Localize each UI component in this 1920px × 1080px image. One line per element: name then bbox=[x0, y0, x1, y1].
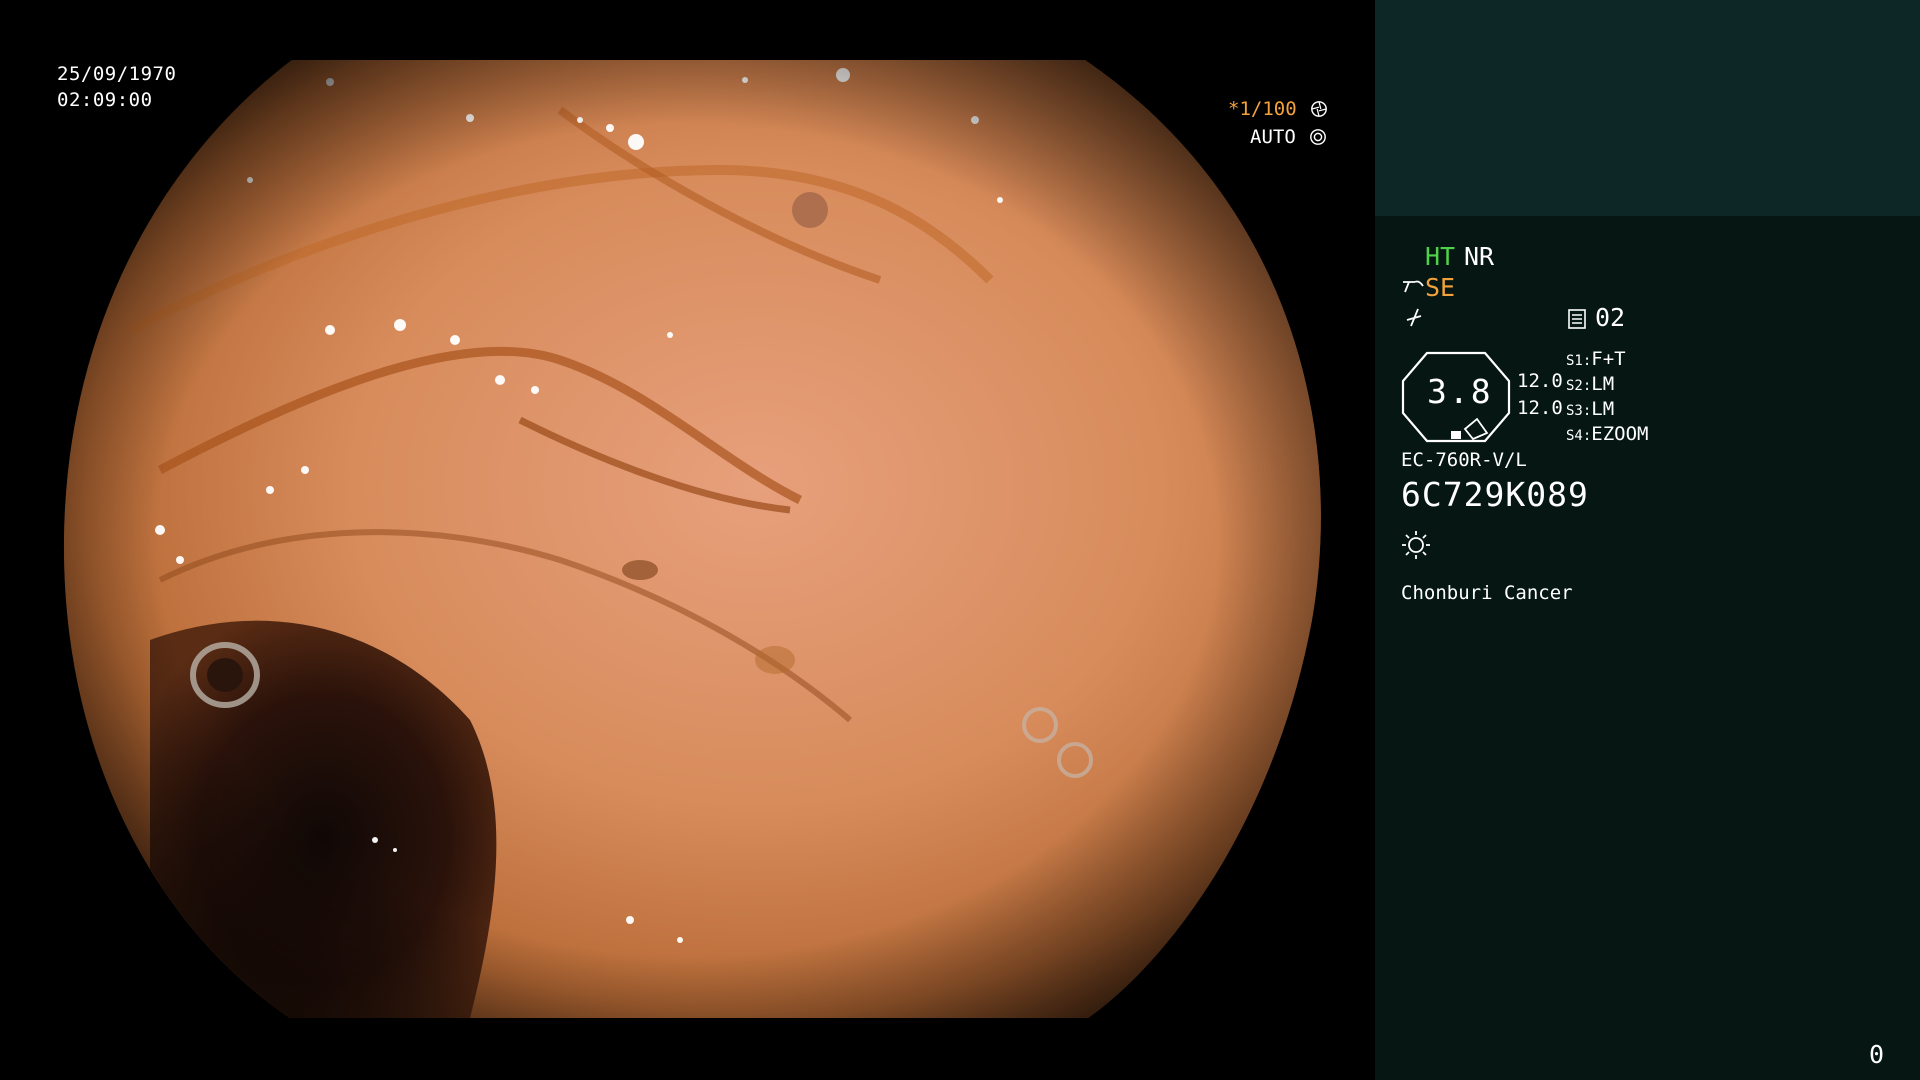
setting-value-b: 12.0 bbox=[1517, 397, 1563, 419]
shutter-readout: *1/100 bbox=[1228, 98, 1375, 120]
noise-reduction-label: NR bbox=[1464, 242, 1495, 271]
switch-value: LM bbox=[1591, 398, 1615, 420]
enhance-mode-label: HT bbox=[1425, 242, 1456, 271]
institution-name: Chonburi Cancer bbox=[1401, 582, 1573, 604]
switch-value: EZOOM bbox=[1591, 423, 1649, 445]
endoscopic-image bbox=[63, 60, 1321, 1018]
info-panel: HT NR SE 02 3.8 12.0 12.0 S1:F+T S2:LM S… bbox=[1375, 0, 1920, 1080]
switch-row: S4:EZOOM bbox=[1566, 423, 1649, 445]
exam-date: 25/09/1970 bbox=[57, 63, 177, 85]
setting-value-a: 12.0 bbox=[1517, 370, 1563, 392]
switch-key: S1: bbox=[1566, 353, 1592, 369]
switch-row: S3:LM bbox=[1566, 398, 1614, 420]
structure-enhance-label: SE bbox=[1425, 273, 1456, 302]
auto-iris-icon bbox=[1310, 129, 1327, 145]
zoom-value: 3.8 bbox=[1427, 372, 1493, 411]
scope-serial: 6C729K089 bbox=[1401, 475, 1589, 514]
switch-value: F+T bbox=[1591, 348, 1626, 370]
memory-icon bbox=[1568, 309, 1586, 329]
endoscope-view-area: 25/09/1970 02:09:00 *1/100 AUTO bbox=[0, 0, 1375, 1080]
exam-time: 02:09:00 bbox=[57, 89, 153, 111]
switch-row: S2:LM bbox=[1566, 373, 1614, 395]
switch-key: S4: bbox=[1566, 428, 1592, 444]
memory-slot-value: 02 bbox=[1595, 303, 1626, 332]
exposure-mode: AUTO bbox=[1250, 126, 1296, 148]
switch-key: S2: bbox=[1566, 378, 1592, 394]
switch-key: S3: bbox=[1566, 403, 1592, 419]
light-sun-icon bbox=[1402, 531, 1430, 559]
scope-model: EC-760R-V/L bbox=[1401, 449, 1527, 471]
switch-row: S1:F+T bbox=[1566, 348, 1626, 370]
shutter-aperture-icon bbox=[1311, 101, 1328, 117]
exposure-readout: AUTO bbox=[1250, 126, 1327, 148]
structure-enhance-icon bbox=[1403, 280, 1424, 293]
color-mode-icon bbox=[1406, 308, 1422, 327]
shutter-speed: *1/100 bbox=[1228, 98, 1297, 120]
switch-value: LM bbox=[1591, 373, 1615, 395]
frame-counter: 0 bbox=[1869, 1040, 1885, 1069]
info-panel-header bbox=[1375, 0, 1920, 216]
